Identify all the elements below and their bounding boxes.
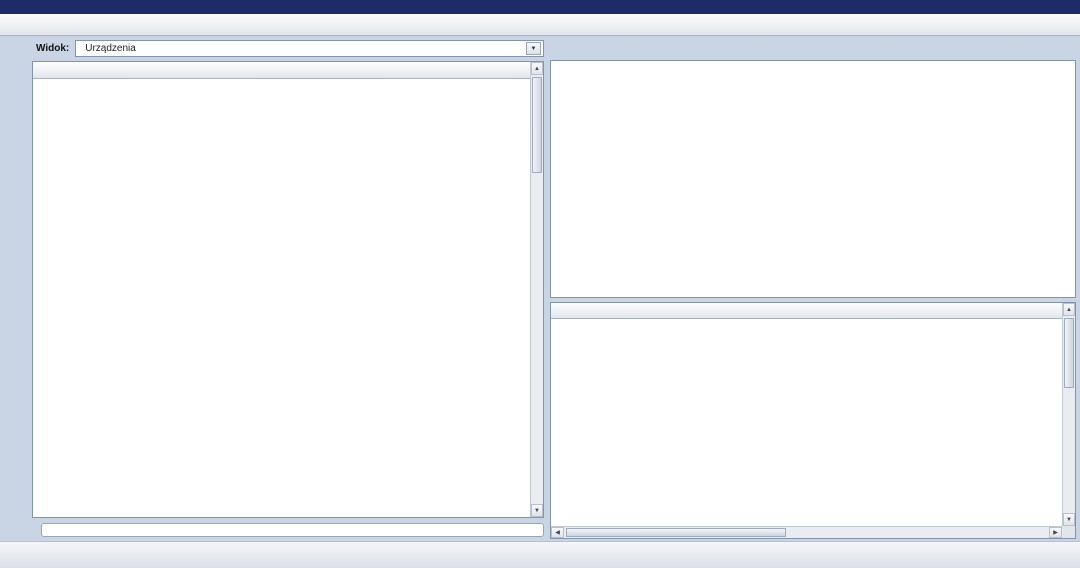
status-bar xyxy=(0,541,1080,568)
device-search-row xyxy=(32,521,544,539)
scroll-track[interactable] xyxy=(1063,316,1075,513)
device-table-body xyxy=(33,79,543,517)
device-table-vertical-scrollbar[interactable]: ▲ ▼ xyxy=(530,62,543,517)
scroll-track[interactable] xyxy=(531,75,543,504)
device-search-input[interactable] xyxy=(41,523,544,537)
top-menu-bar xyxy=(0,0,1080,14)
main-area: Widok: Urządzenia ▼ ▲ ▼ xyxy=(0,36,1080,541)
scroll-up-button[interactable]: ▲ xyxy=(1063,303,1075,316)
scroll-thumb[interactable] xyxy=(566,528,786,537)
interfaces-table-body xyxy=(551,319,1075,538)
scroll-track[interactable] xyxy=(564,527,1049,538)
view-label: Widok: xyxy=(36,43,69,54)
view-select[interactable]: Urządzenia ▼ xyxy=(75,40,544,57)
main-toolbar xyxy=(0,14,1080,36)
view-selector-row: Widok: Urządzenia ▼ xyxy=(36,40,544,57)
scroll-left-button[interactable]: ◀ xyxy=(551,527,564,538)
scroll-thumb[interactable] xyxy=(1064,318,1074,388)
interfaces-vertical-scrollbar[interactable]: ▲ ▼ xyxy=(1062,303,1075,526)
interfaces-panel: ▲ ▼ ◀ ▶ xyxy=(550,302,1076,539)
scroll-down-button[interactable]: ▼ xyxy=(1063,513,1075,526)
interfaces-table-header xyxy=(551,303,1075,319)
scroll-down-button[interactable]: ▼ xyxy=(531,504,543,517)
scroll-right-button[interactable]: ▶ xyxy=(1049,527,1062,538)
scroll-up-button[interactable]: ▲ xyxy=(531,62,543,75)
details-panel-column: ▲ ▼ ◀ ▶ xyxy=(550,39,1076,539)
device-table-header xyxy=(33,62,543,79)
scroll-thumb[interactable] xyxy=(532,77,542,173)
details-tabs xyxy=(550,39,1076,60)
devices-panel-column: Widok: Urządzenia ▼ ▲ ▼ xyxy=(32,39,544,539)
view-select-dropdown-button[interactable]: ▼ xyxy=(526,42,541,55)
device-table-panel: ▲ ▼ xyxy=(32,61,544,518)
scrollbar-corner xyxy=(1062,526,1075,538)
view-select-value: Urządzenia xyxy=(85,43,136,54)
interfaces-horizontal-scrollbar[interactable]: ◀ ▶ xyxy=(551,526,1062,538)
info-panel xyxy=(550,60,1076,298)
left-icon-toolbar xyxy=(2,39,26,539)
app-window: Widok: Urządzenia ▼ ▲ ▼ xyxy=(0,0,1080,568)
